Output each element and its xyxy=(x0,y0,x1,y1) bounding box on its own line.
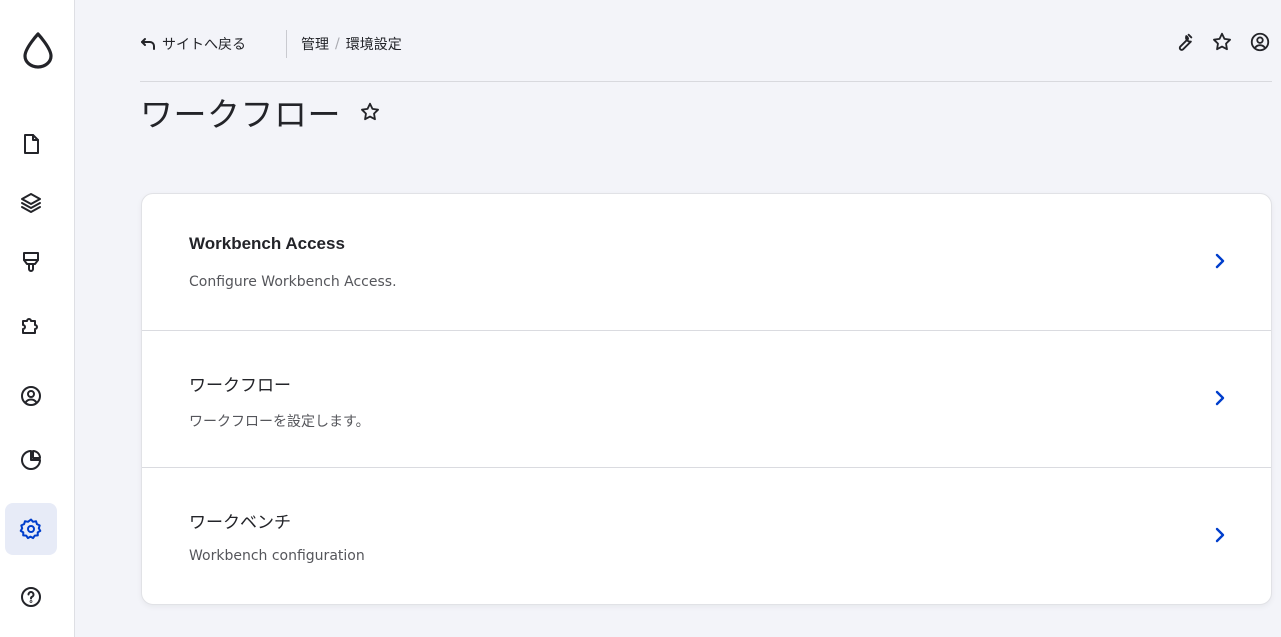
list-item-description: ワークフローを設定します。 xyxy=(189,414,370,430)
gear-icon xyxy=(19,518,42,540)
breadcrumb-admin[interactable]: 管理 xyxy=(301,34,329,54)
back-arrow-icon xyxy=(141,38,155,50)
sidebar-item-people[interactable] xyxy=(5,370,57,422)
sidebar-item-configuration[interactable] xyxy=(5,503,57,555)
page-title: ワークフロー xyxy=(140,95,341,134)
sidebar-item-reports[interactable] xyxy=(5,434,57,486)
star-icon[interactable] xyxy=(359,101,381,123)
list-item[interactable]: ワークフロー ワークフローを設定します。 xyxy=(142,331,1271,468)
breadcrumb-configuration[interactable]: 環境設定 xyxy=(346,34,402,54)
list-item[interactable]: ワークベンチ Workbench configuration xyxy=(142,468,1271,604)
chevron-right-icon xyxy=(1211,526,1229,544)
list-item-description: Workbench configuration xyxy=(189,548,365,564)
list-item-description: Configure Workbench Access. xyxy=(189,274,397,290)
file-icon xyxy=(24,134,39,154)
list-item[interactable]: Workbench Access Configure Workbench Acc… xyxy=(142,194,1271,331)
top-toolbar: サイトへ戻る 管理 / 環境設定 xyxy=(140,24,1272,82)
pie-chart-icon xyxy=(21,450,41,470)
sidebar-item-extend[interactable] xyxy=(5,298,57,350)
sidebar xyxy=(0,0,75,637)
puzzle-icon xyxy=(22,318,38,334)
layers-icon xyxy=(21,193,41,213)
sidebar-item-help[interactable] xyxy=(5,571,57,623)
toolbar-divider xyxy=(286,30,287,58)
sidebar-item-content[interactable] xyxy=(5,118,57,170)
back-to-site-link[interactable]: サイトへ戻る xyxy=(140,32,246,56)
brush-icon xyxy=(23,252,39,272)
star-icon[interactable] xyxy=(1210,30,1234,54)
list-item-title: Workbench Access xyxy=(189,234,345,253)
breadcrumb: 管理 / 環境設定 xyxy=(301,34,402,54)
toolbar-actions xyxy=(1172,30,1272,54)
sidebar-item-structure[interactable] xyxy=(5,176,57,228)
user-circle-icon xyxy=(21,386,41,406)
chevron-right-icon xyxy=(1211,389,1229,407)
help-icon xyxy=(21,587,41,607)
breadcrumb-separator: / xyxy=(335,36,340,52)
chevron-right-icon xyxy=(1211,252,1229,270)
main-content: サイトへ戻る 管理 / 環境設定 ワークフロー Workbench Access… xyxy=(76,0,1281,637)
drupal-logo-icon[interactable] xyxy=(21,31,55,69)
list-item-title: ワークフロー xyxy=(189,376,291,396)
page-header: ワークフロー xyxy=(140,88,381,136)
user-icon[interactable] xyxy=(1248,30,1272,54)
wrench-icon[interactable] xyxy=(1172,30,1196,54)
back-to-site-label: サイトへ戻る xyxy=(162,37,246,53)
admin-list-card: Workbench Access Configure Workbench Acc… xyxy=(141,193,1272,605)
sidebar-item-appearance[interactable] xyxy=(5,236,57,288)
list-item-title: ワークベンチ xyxy=(189,513,291,533)
